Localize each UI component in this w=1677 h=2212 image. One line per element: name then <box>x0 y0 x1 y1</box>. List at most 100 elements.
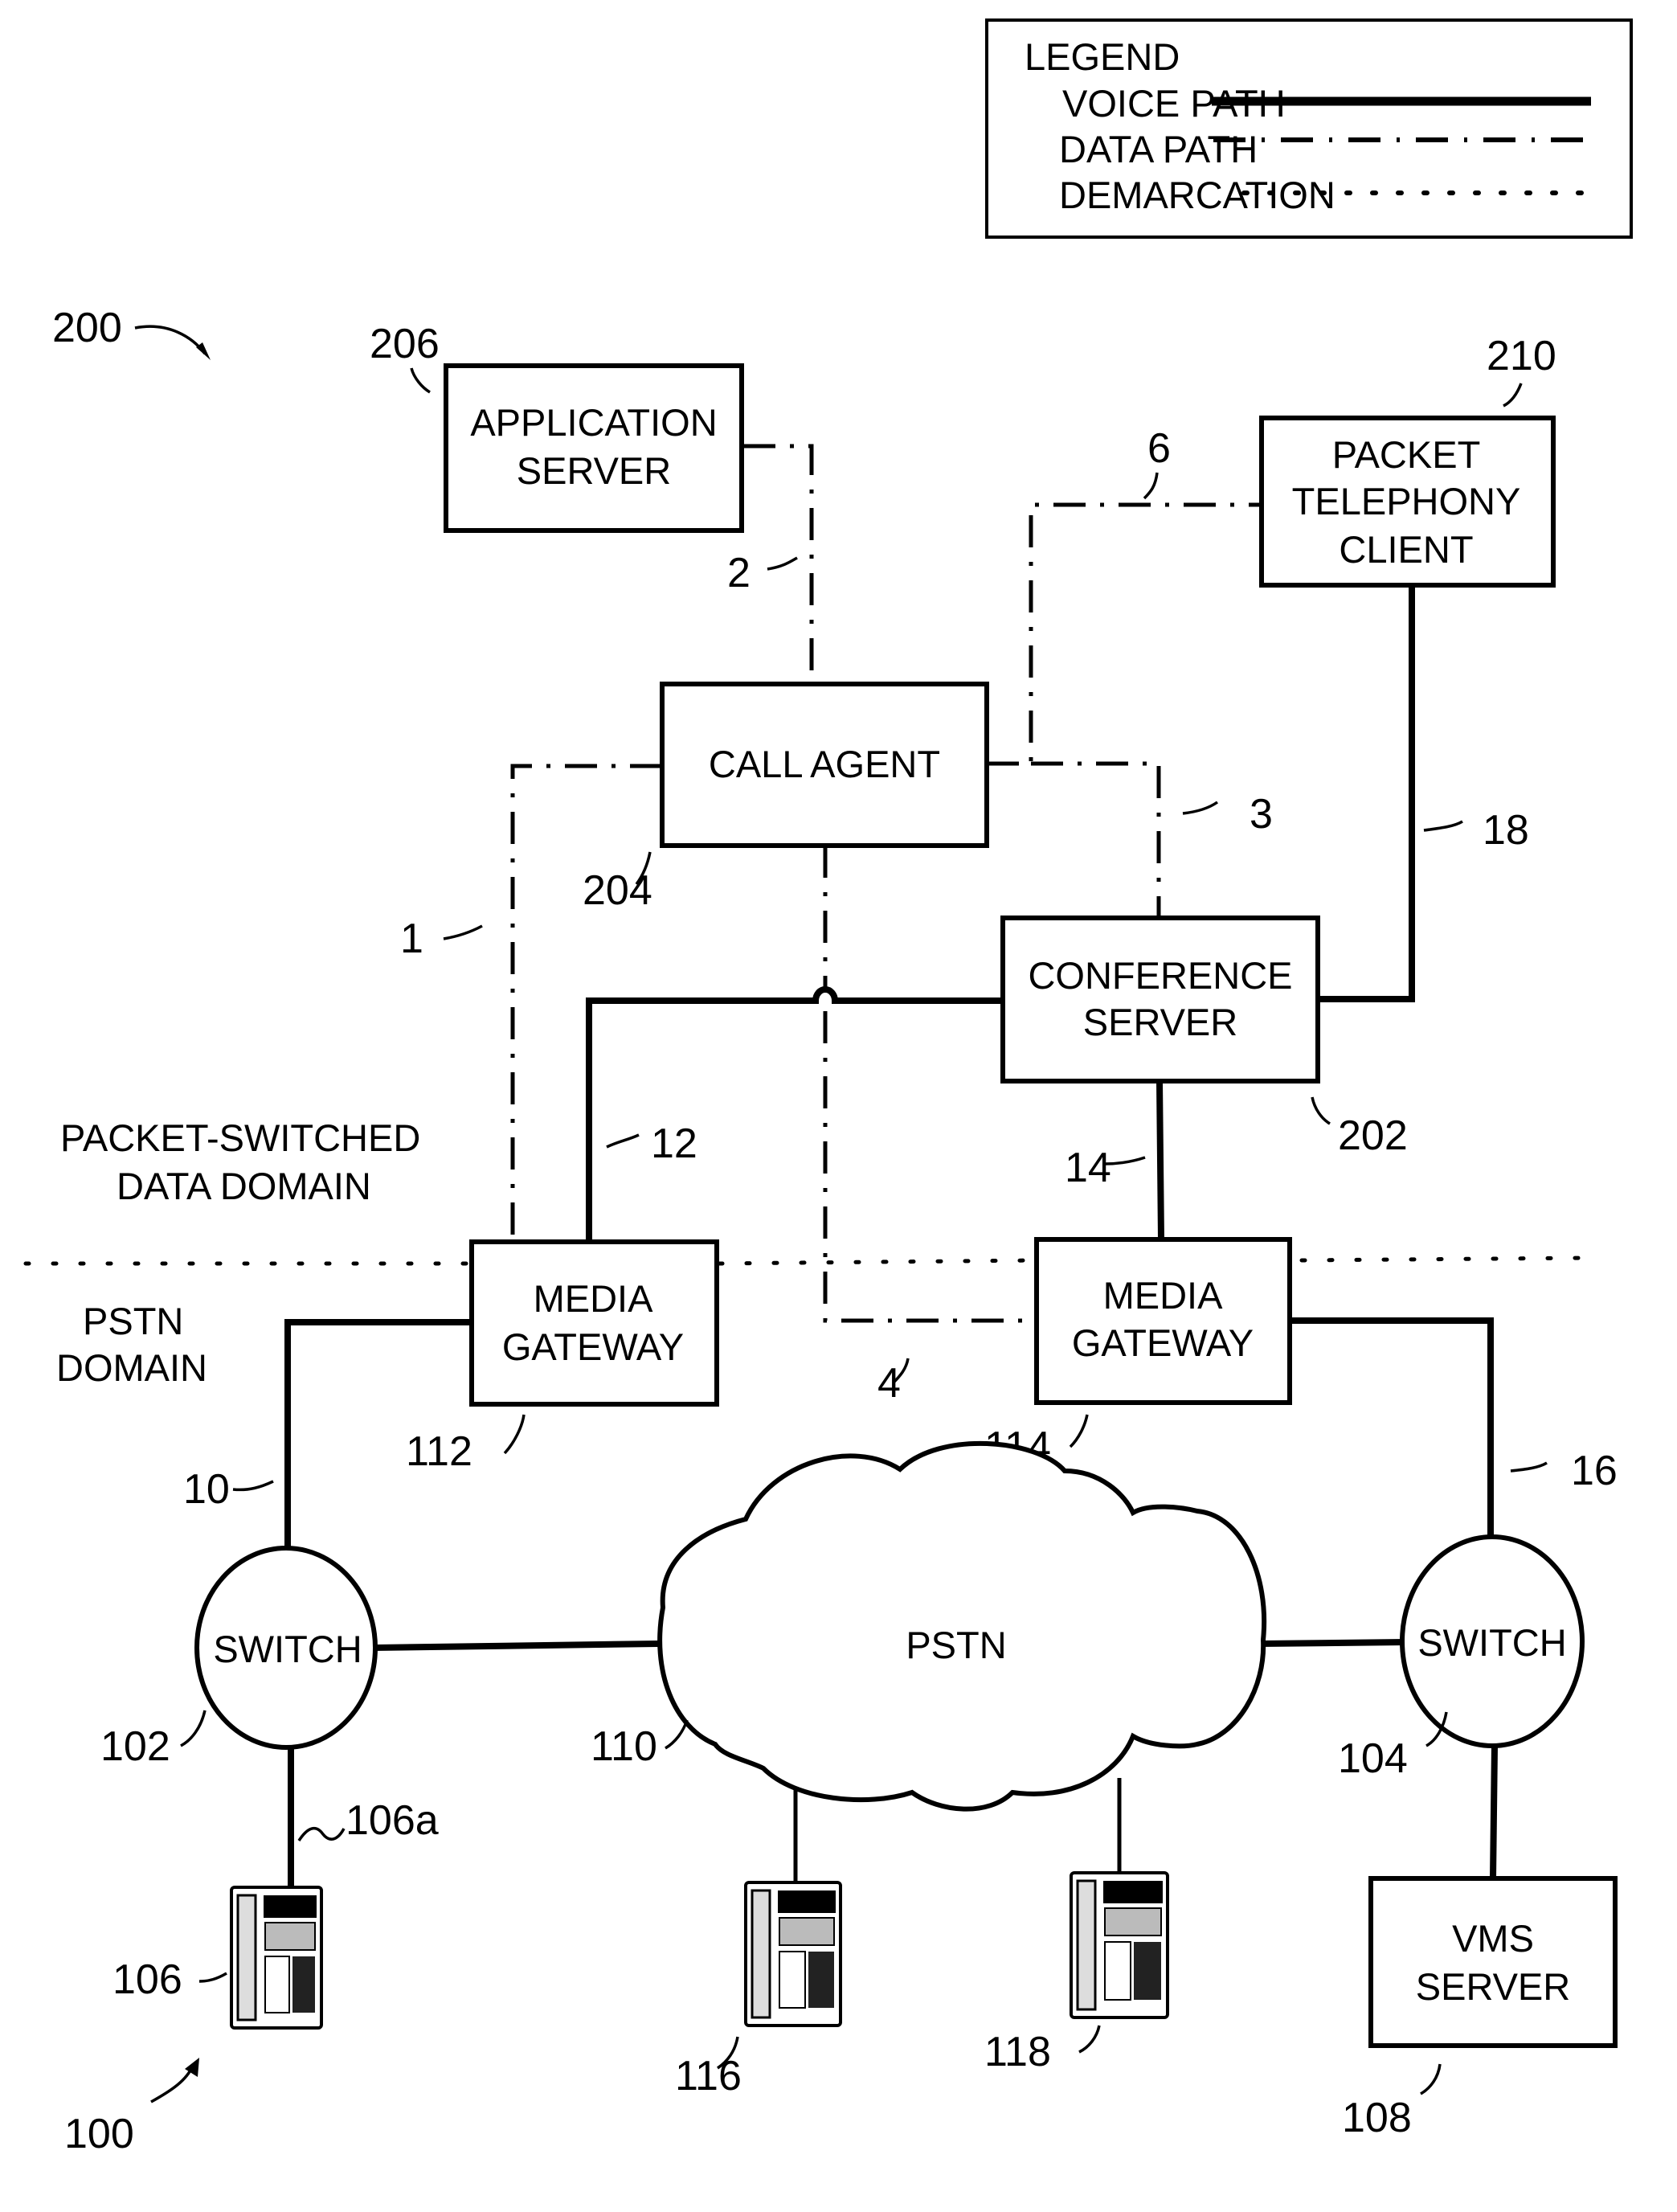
application-server-ref: 206 <box>370 321 440 367</box>
phone-106-ref-leader <box>198 1972 227 1983</box>
call-agent-label: CALL AGENT <box>709 743 940 785</box>
voice-path-16-leader <box>1510 1461 1548 1473</box>
voice-path-10-label: 10 <box>183 1466 230 1513</box>
conference-server-box[interactable] <box>1000 916 1320 1083</box>
media-gateway-112-label-1: MEDIA <box>534 1277 654 1320</box>
switch-102-node[interactable]: SWITCH <box>194 1546 378 1750</box>
application-server-ref-leader <box>410 367 431 394</box>
application-server-node[interactable]: APPLICATION SERVER <box>444 363 744 533</box>
vms-server-box[interactable] <box>1368 1876 1618 2048</box>
phone-118-handset-icon <box>1076 1879 1097 2011</box>
voice-path-18-label: 18 <box>1483 807 1529 854</box>
phone-118-keypad-icon <box>1104 1941 1131 2001</box>
switch-104-label: SWITCH <box>1417 1621 1566 1664</box>
voice-path-18-leader <box>1423 820 1463 832</box>
application-server-box[interactable] <box>444 363 744 533</box>
media-gateway-112-box[interactable] <box>469 1239 719 1407</box>
network-diagram: LEGEND VOICE PATH DATA PATH DEMARCATION … <box>23 18 1633 2157</box>
phone-106-ref: 106 <box>112 1956 182 2003</box>
phone-116-display-icon <box>778 1890 836 1913</box>
data-path-2-leader <box>767 556 798 571</box>
vms-server-ref-leader <box>1420 2063 1442 2095</box>
phone-116-screen-icon <box>779 1917 835 1946</box>
voice-path-switch104-vms <box>1489 1742 1499 1882</box>
pstn-cloud-ref: 110 <box>591 1723 657 1770</box>
media-gateway-114-node[interactable]: MEDIA GATEWAY <box>1034 1237 1292 1405</box>
pstn-domain-label-1: PSTN <box>83 1300 183 1342</box>
packet-telephony-client-ref: 210 <box>1487 333 1556 379</box>
voice-path-switch102-pstn <box>370 1640 659 1652</box>
data-path-1-leader <box>443 924 483 940</box>
pstn-cloud-label: PSTN <box>906 1624 1006 1666</box>
phone-118-screen-icon <box>1104 1907 1162 1936</box>
pstn-cloud-ref-leader <box>665 1719 689 1750</box>
legend-demarc-label: DEMARCATION <box>1059 174 1335 216</box>
media-gateway-114-label-1: MEDIA <box>1103 1274 1224 1317</box>
packet-telephony-client-label-2: TELEPHONY <box>1292 480 1521 522</box>
switch-102-label: SWITCH <box>213 1628 362 1670</box>
conference-server-ref: 202 <box>1338 1112 1408 1159</box>
phone-118-ref-leader <box>1078 2025 1101 2054</box>
voice-path-14 <box>1155 1077 1165 1243</box>
data-path-6-label: 6 <box>1147 425 1171 472</box>
phone-118-buttons-icon <box>1134 1942 1161 2000</box>
figure-ref-100-arrow <box>150 2065 194 2103</box>
packet-domain-label-2: DATA DOMAIN <box>117 1165 371 1207</box>
switch-102-ref-leader <box>180 1710 207 1747</box>
figure-ref-100: 100 <box>64 2111 134 2157</box>
phone-118[interactable] <box>1070 1871 1169 2019</box>
vms-server-node[interactable]: VMS SERVER <box>1368 1876 1618 2048</box>
conference-server-node[interactable]: CONFERENCE SERVER <box>1000 916 1320 1083</box>
switch-102-ref: 102 <box>100 1723 170 1770</box>
phone-116[interactable] <box>744 1881 842 2027</box>
voice-path-12 <box>586 986 1006 1245</box>
data-path-2 <box>743 444 814 684</box>
voice-path-pstn-switch104 <box>1258 1638 1406 1648</box>
data-path-6 <box>987 502 1262 766</box>
data-path-3-leader <box>1182 801 1219 815</box>
voice-path-16 <box>1286 1317 1494 1541</box>
application-server-label-1: APPLICATION <box>470 401 717 444</box>
media-gateway-112-ref: 112 <box>406 1428 472 1475</box>
voice-path-10-leader <box>232 1480 274 1492</box>
voice-path-106a-label: 106a <box>346 1797 439 1844</box>
pstn-cloud-node[interactable]: PSTN <box>657 1440 1267 1812</box>
data-path-2-label: 2 <box>727 550 751 596</box>
packet-telephony-client-label-1: PACKET <box>1332 433 1481 476</box>
demarcation-line-middle <box>717 1258 1039 1266</box>
application-server-label-2: SERVER <box>517 449 671 492</box>
packet-domain-label-1: PACKET-SWITCHED <box>60 1116 420 1159</box>
legend: LEGEND VOICE PATH DATA PATH DEMARCATION <box>985 18 1633 239</box>
packet-telephony-client-ref-leader <box>1503 383 1523 408</box>
media-gateway-114-ref-leader <box>1069 1414 1089 1448</box>
packet-telephony-client-node[interactable]: PACKET TELEPHONY CLIENT <box>1259 416 1556 588</box>
media-gateway-112-ref-leader <box>503 1414 526 1455</box>
switch-104-node[interactable]: SWITCH <box>1400 1534 1585 1748</box>
vms-server-ref: 108 <box>1342 2095 1412 2141</box>
media-gateway-112-label-2: GATEWAY <box>502 1325 684 1368</box>
data-path-6-leader <box>1143 472 1159 500</box>
media-gateway-112-node[interactable]: MEDIA GATEWAY <box>469 1239 719 1407</box>
phone-106[interactable] <box>230 1886 323 2030</box>
phone-106-handset-icon <box>236 1894 257 2022</box>
conference-server-label-1: CONFERENCE <box>1028 954 1292 997</box>
phone-106-display-icon <box>264 1895 317 1918</box>
conference-server-label-2: SERVER <box>1083 1001 1237 1043</box>
media-gateway-114-label-2: GATEWAY <box>1072 1321 1254 1364</box>
voice-path-12-label: 12 <box>651 1120 697 1167</box>
phone-106-screen-icon <box>264 1922 316 1951</box>
voice-path-106a-leader <box>297 1827 346 1841</box>
phone-116-handset-icon <box>751 1889 771 2019</box>
pstn-domain-label-2: DOMAIN <box>56 1346 207 1389</box>
legend-data-label: DATA PATH <box>1059 128 1258 170</box>
data-path-3 <box>1031 761 1161 918</box>
conference-server-ref-leader <box>1311 1096 1331 1125</box>
phone-116-keypad-icon <box>779 1951 806 2009</box>
phone-116-buttons-icon <box>808 1952 834 2008</box>
packet-telephony-client-label-3: CLIENT <box>1339 528 1473 571</box>
call-agent-node[interactable]: CALL AGENT <box>660 682 989 848</box>
phone-118-ref: 118 <box>984 2029 1051 2075</box>
switch-104-ref: 104 <box>1338 1735 1408 1782</box>
figure-ref-200-arrow <box>134 325 207 355</box>
phone-118-display-icon <box>1103 1881 1163 1903</box>
